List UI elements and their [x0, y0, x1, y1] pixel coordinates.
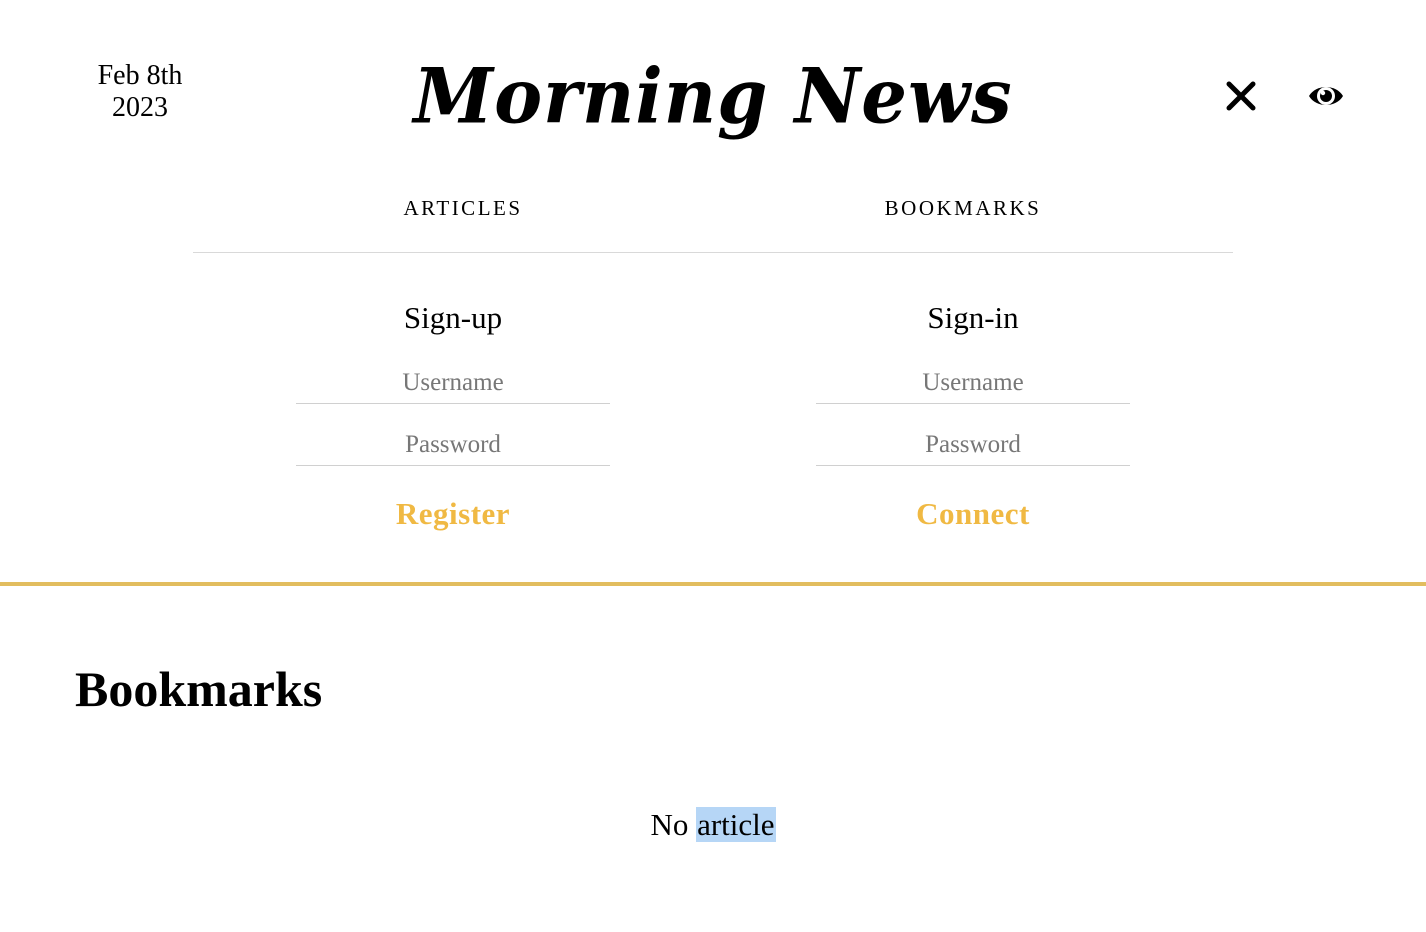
date-year: 2023 — [112, 92, 168, 123]
section-divider — [0, 582, 1426, 586]
signup-title: Sign-up — [403, 300, 503, 335]
signup-password-input[interactable] — [296, 416, 610, 466]
header: Feb 8th 2023 Morning News — [0, 0, 1426, 160]
signin-username-input[interactable] — [816, 354, 1130, 404]
bookmarks-heading: Bookmarks — [75, 661, 323, 717]
date: Feb 8th 2023 — [70, 60, 210, 124]
signup-form: Sign-up Register — [296, 292, 610, 532]
nav-bookmarks-link[interactable]: BOOKMARKS — [833, 196, 1093, 221]
eye-icon[interactable] — [1306, 76, 1346, 116]
connect-button[interactable]: Connect — [916, 496, 1030, 532]
register-button[interactable]: Register — [396, 496, 510, 532]
empty-message: No article — [0, 806, 1426, 844]
site-logo[interactable]: Morning News — [413, 50, 1013, 142]
selected-text: article — [696, 807, 776, 842]
main-nav: ARTICLES BOOKMARKS — [193, 180, 1233, 253]
signin-password-input[interactable] — [816, 416, 1130, 466]
nav-articles-link[interactable]: ARTICLES — [333, 196, 593, 221]
date-day: Feb 8th — [97, 60, 183, 91]
signin-form: Sign-in Connect — [816, 292, 1130, 532]
close-icon[interactable] — [1221, 76, 1261, 116]
empty-message-word: No — [650, 807, 689, 842]
signup-username-input[interactable] — [296, 354, 610, 404]
signin-title: Sign-in — [927, 300, 1019, 335]
